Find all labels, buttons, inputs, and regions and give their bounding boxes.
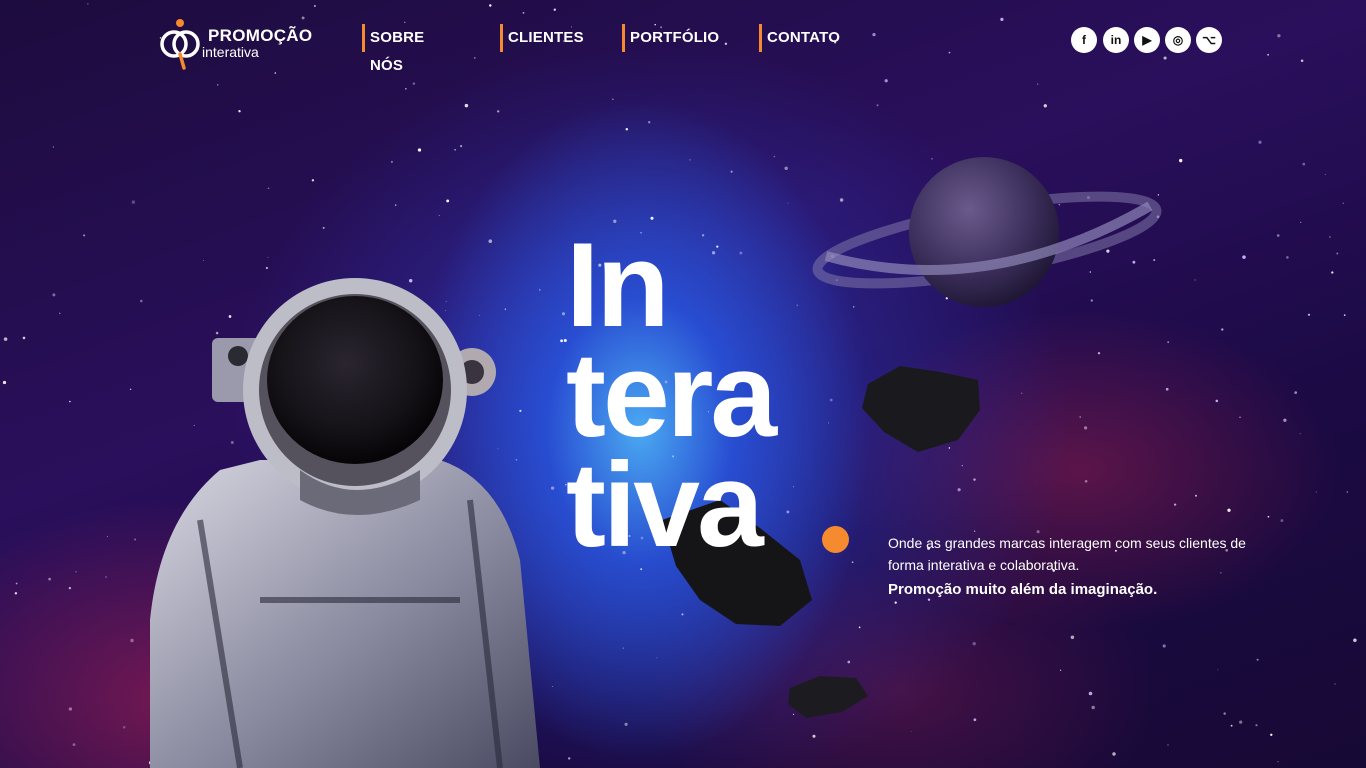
brand-subname: interativa: [202, 44, 259, 60]
hero-title-line-1: In: [566, 218, 670, 352]
hero-tagline-strong: Promoção muito além da imaginação.: [888, 581, 1158, 598]
asteroid-graphic: [862, 366, 980, 452]
github-icon[interactable]: ⌥: [1196, 27, 1222, 53]
nav-link-clientes[interactable]: CLIENTES: [500, 24, 584, 52]
hero-title-dot: [822, 526, 849, 553]
instagram-icon[interactable]: ◎: [1165, 27, 1191, 53]
youtube-icon[interactable]: ▶: [1134, 27, 1160, 53]
brand-logo-icon: [160, 19, 200, 70]
asteroid-graphic: [788, 676, 868, 718]
hero-title-line-3: tiva: [566, 438, 764, 572]
planet-graphic: [812, 157, 1162, 307]
linkedin-icon[interactable]: in: [1103, 27, 1129, 53]
facebook-icon[interactable]: f: [1071, 27, 1097, 53]
brand-logo[interactable]: PROMOÇÃO interativa: [160, 14, 320, 70]
hero-tagline: Onde as grandes marcas interagem com seu…: [888, 535, 1246, 573]
astronaut-graphic: [150, 278, 540, 768]
nav-link-sobre-nos[interactable]: SOBRE NÓS: [362, 24, 424, 74]
nav-link-portfolio[interactable]: PORTFÓLIO: [622, 24, 719, 52]
hero-title-line-2: tera: [566, 328, 777, 462]
nav-link-contato[interactable]: CONTATO: [759, 24, 840, 52]
brand-name: PROMOÇÃO: [208, 26, 313, 45]
